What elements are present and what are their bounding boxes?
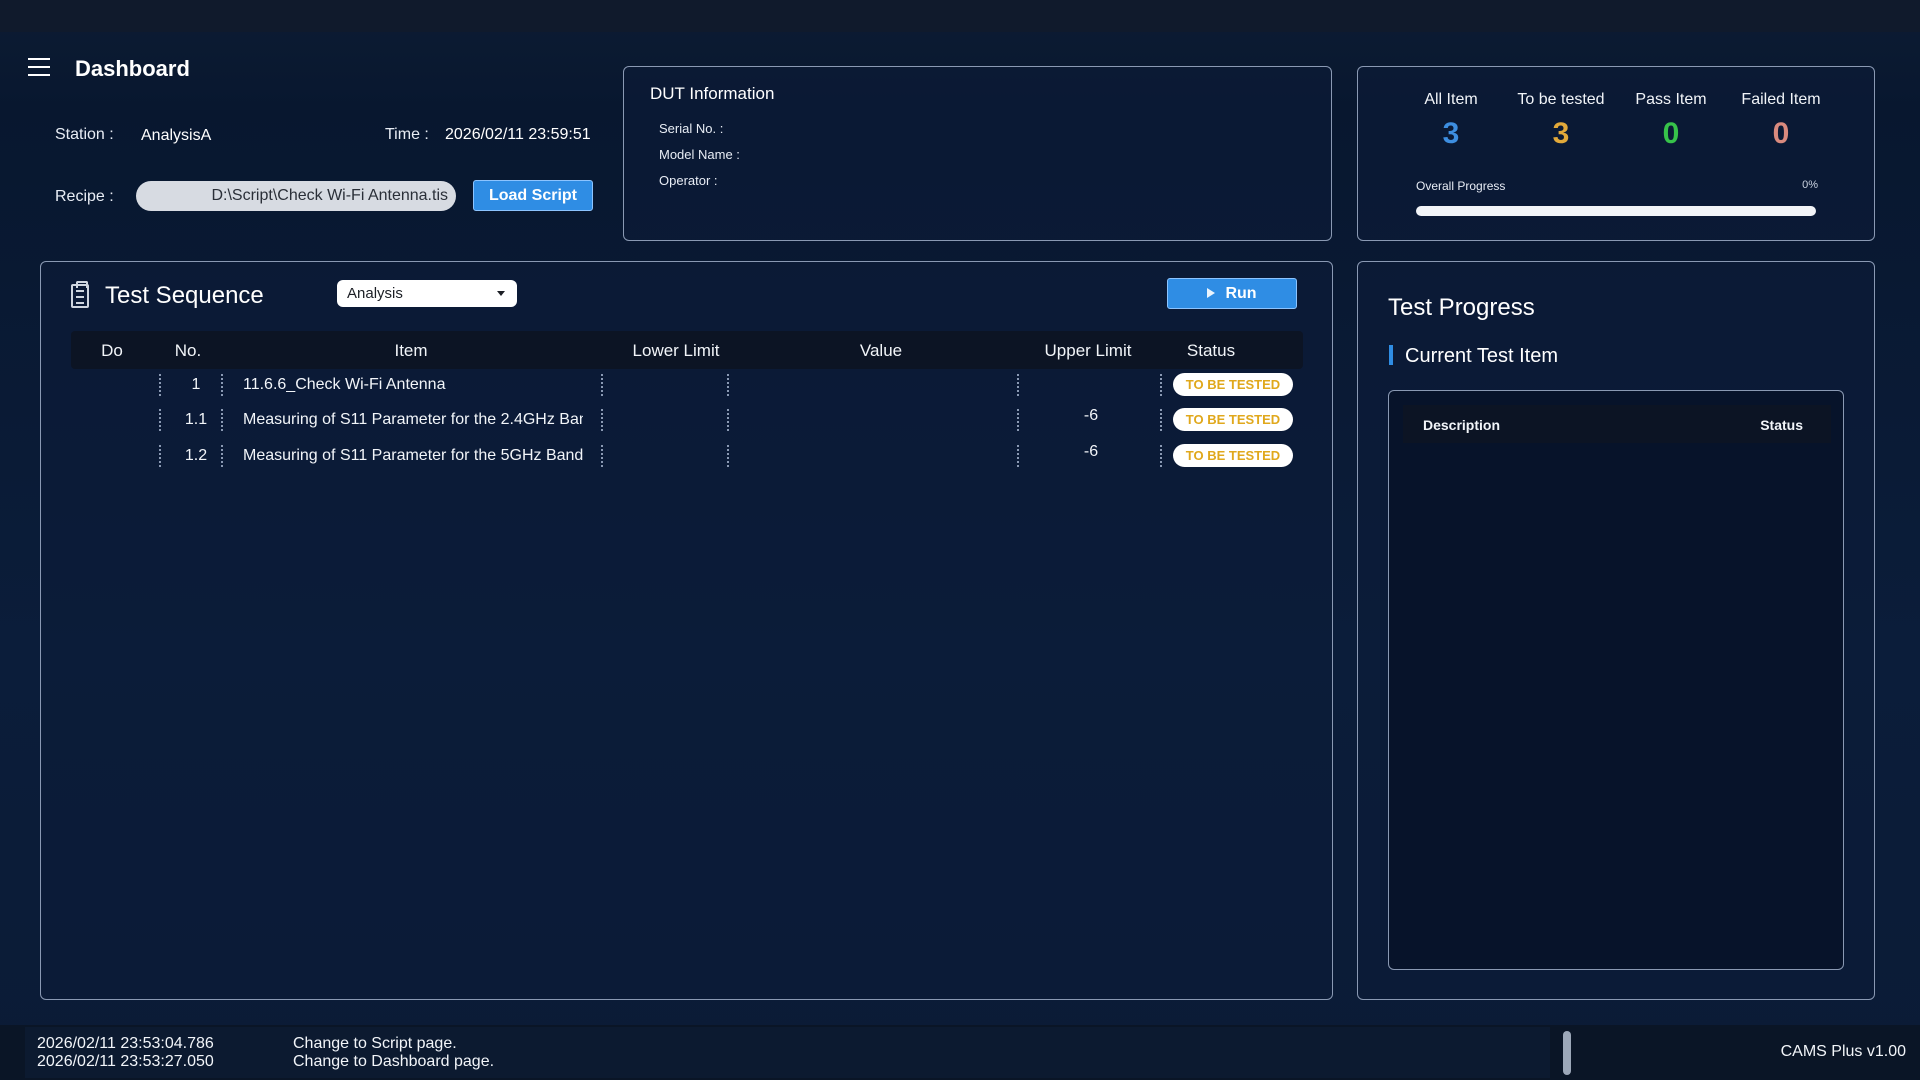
column-separator (601, 374, 603, 396)
recipe-label: Recipe : (55, 188, 114, 205)
column-separator (159, 374, 161, 396)
col-value: Value (859, 341, 903, 360)
app-version: CAMS Plus v1.00 (1780, 1043, 1906, 1060)
table-row[interactable]: 1 11.6.6_Check Wi-Fi Antenna TO BE TESTED (71, 370, 1303, 400)
column-separator (1160, 445, 1162, 467)
station-value: AnalysisA (141, 127, 212, 144)
dut-information-panel: DUT Information Serial No. : Model Name … (623, 66, 1332, 241)
row-item: 11.6.6_Check Wi-Fi Antenna (243, 376, 446, 393)
log-time: 2026/02/11 23:53:27.050 (37, 1053, 214, 1070)
stat-pass-item: Pass Item 0 (1616, 91, 1726, 151)
col-lower-limit: Lower Limit (632, 341, 720, 360)
row-item: Measuring of S11 Parameter for the 2.4GH… (243, 411, 583, 428)
stat-label: Failed Item (1741, 91, 1821, 108)
test-progress-title: Test Progress (1388, 294, 1535, 321)
col-item: Item (394, 341, 428, 360)
hamburger-menu-icon[interactable] (28, 58, 50, 76)
station-label: Station : (55, 126, 114, 143)
table-row[interactable]: 1.2 Measuring of S11 Parameter for the 5G… (71, 441, 1303, 471)
mode-select-value: Analysis (347, 285, 403, 302)
stat-label: All Item (1424, 91, 1478, 108)
run-label: Run (1225, 285, 1257, 302)
column-separator (221, 445, 223, 467)
stat-all-item: All Item 3 (1396, 91, 1506, 151)
col-no: No. (174, 341, 202, 360)
status-footer: 2026/02/11 23:53:04.786 Change to Script… (0, 1025, 1920, 1080)
log-message: Change to Script page. (293, 1035, 457, 1052)
column-separator (221, 374, 223, 396)
overall-progress-bar (1416, 206, 1816, 216)
page-title: Dashboard (75, 56, 190, 81)
dut-title: DUT Information (650, 84, 775, 103)
chevron-down-icon (497, 291, 505, 296)
overall-progress-label: Overall Progress (1416, 179, 1506, 193)
status-badge: TO BE TESTED (1173, 373, 1293, 396)
row-no: 1.2 (184, 447, 208, 464)
status-badge: TO BE TESTED (1173, 408, 1293, 431)
row-item: Measuring of S11 Parameter for the 5GHz … (243, 447, 583, 464)
table-row[interactable]: 1.1 Measuring of S11 Parameter for the 2.… (71, 405, 1303, 435)
log-scrollbar[interactable] (1563, 1031, 1571, 1075)
col-status: Status (1186, 341, 1236, 360)
table-header: Do No. Item Lower Limit Value Upper Limi… (71, 331, 1303, 369)
column-separator (159, 445, 161, 467)
test-progress-panel: Test Progress Current Test Item Descript… (1357, 261, 1875, 1000)
window-top-bar (0, 0, 1920, 32)
stat-label: To be tested (1517, 91, 1605, 108)
column-separator (1017, 374, 1019, 396)
status-badge: TO BE TESTED (1173, 444, 1293, 467)
column-separator (159, 409, 161, 431)
column-separator (221, 409, 223, 431)
row-no: 1 (191, 376, 201, 393)
stat-value: 0 (1772, 117, 1790, 150)
column-separator (1017, 445, 1019, 467)
overall-progress-percent: 0% (1802, 179, 1818, 191)
current-test-item-table: Description Status (1388, 390, 1844, 970)
log-panel[interactable]: 2026/02/11 23:53:04.786 Change to Script… (25, 1027, 1571, 1078)
mode-select[interactable]: Analysis (337, 280, 517, 307)
column-separator (1017, 409, 1019, 431)
test-sequence-panel: Test Sequence Analysis Run Do No. Item L… (40, 261, 1333, 1000)
time-label: Time : (385, 126, 429, 143)
test-summary-panel: All Item 3 To be tested 3 Pass Item 0 Fa… (1357, 66, 1875, 241)
col-status: Status (1760, 417, 1803, 433)
log-time: 2026/02/11 23:53:04.786 (37, 1035, 214, 1052)
col-upper-limit: Upper Limit (1044, 341, 1132, 360)
stat-value: 3 (1442, 117, 1460, 150)
model-name-label: Model Name : (659, 147, 740, 162)
row-upper-limit: -6 (1083, 443, 1099, 460)
stat-value: 0 (1662, 117, 1680, 150)
col-do: Do (101, 341, 123, 360)
row-upper-limit: -6 (1083, 407, 1099, 424)
stat-to-be-tested: To be tested 3 (1506, 91, 1616, 151)
serial-no-label: Serial No. : (659, 121, 724, 136)
recipe-path-field[interactable]: D:\Script\Check Wi-Fi Antenna.tis (136, 181, 456, 211)
column-separator (1160, 374, 1162, 396)
time-value: 2026/02/11 23:59:51 (445, 126, 591, 143)
stat-value: 3 (1552, 117, 1570, 150)
column-separator (727, 374, 729, 396)
column-separator (727, 445, 729, 467)
stat-label: Pass Item (1635, 91, 1707, 108)
column-separator (601, 409, 603, 431)
row-no: 1.1 (184, 411, 208, 428)
current-test-item-title: Current Test Item (1405, 345, 1559, 367)
stat-failed-item: Failed Item 0 (1726, 91, 1836, 151)
run-button[interactable]: Run (1167, 278, 1297, 309)
column-separator (601, 445, 603, 467)
column-separator (727, 409, 729, 431)
test-sequence-title: Test Sequence (105, 282, 264, 309)
accent-bar (1389, 345, 1393, 365)
play-icon (1207, 288, 1216, 298)
load-script-button[interactable]: Load Script (473, 180, 593, 211)
column-separator (1160, 409, 1162, 431)
operator-label: Operator : (659, 173, 718, 188)
current-test-item-header: Description Status (1403, 405, 1831, 443)
log-message: Change to Dashboard page. (293, 1053, 495, 1070)
clipboard-icon (71, 281, 89, 308)
col-description: Description (1423, 417, 1501, 433)
